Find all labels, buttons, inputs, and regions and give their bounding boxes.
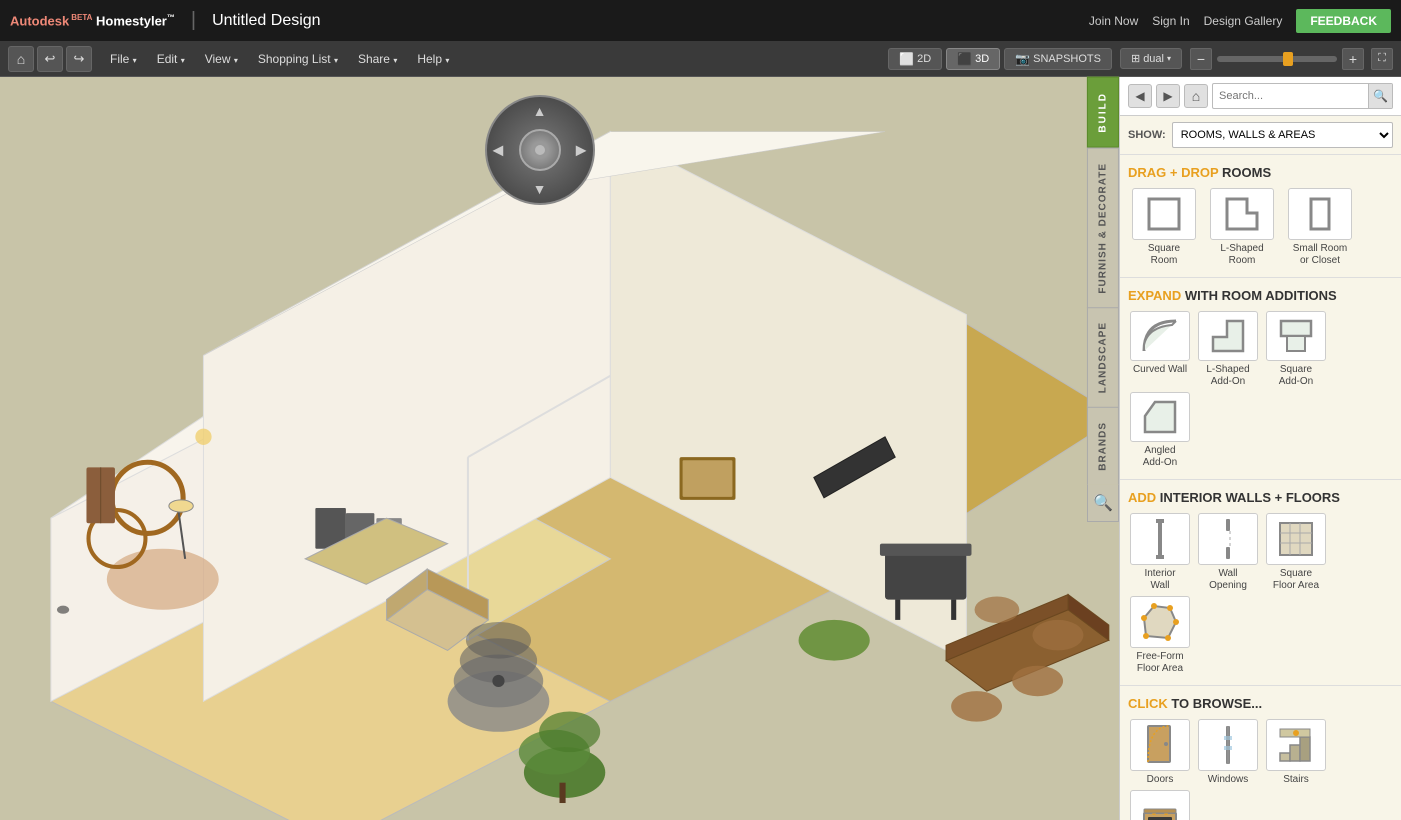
freeform-floor-item[interactable]: Free-FormFloor Area — [1128, 596, 1192, 675]
view-3d-button[interactable]: ⬛ 3D — [946, 48, 1000, 70]
top-bar: AutodeskBETA Homestyler™ | Untitled Desi… — [0, 0, 1401, 41]
wall-opening-item[interactable]: WallOpening — [1196, 513, 1260, 592]
dual-button[interactable]: ⊞ dual ▾ — [1120, 48, 1182, 69]
top-right-links: Join Now Sign In Design Gallery FEEDBACK — [1089, 9, 1391, 33]
browse-grid: Doors Windows — [1128, 719, 1393, 820]
help-menu[interactable]: Help ▾ — [407, 48, 459, 70]
nav-center-button[interactable] — [519, 129, 561, 171]
section4-title: CLICK TO BROWSE... — [1128, 696, 1393, 711]
expand-additions-section: EXPAND WITH ROOM ADDITIONS Curved Wall — [1120, 278, 1401, 480]
snapshots-button[interactable]: 📷 SNAPSHOTS — [1004, 48, 1112, 70]
rooms-grid: SquareRoom L-ShapedRoom — [1128, 188, 1393, 267]
windows-item[interactable]: Windows — [1196, 719, 1260, 786]
section3-title: ADD INTERIOR WALLS + FLOORS — [1128, 490, 1393, 505]
square-addon-item[interactable]: SquareAdd-On — [1264, 311, 1328, 388]
panel-search-input[interactable] — [1213, 85, 1368, 107]
section1-title: DRAG + DROP ROOMS — [1128, 165, 1393, 180]
home-button[interactable]: ⌂ — [8, 46, 34, 72]
interior-wall-item[interactable]: InteriorWall — [1128, 513, 1192, 592]
l-shaped-addon-item[interactable]: L-ShapedAdd-On — [1196, 311, 1260, 388]
vertical-side-tabs: BUILD FURNISH & DECORATE LANDSCAPE BRAND… — [1087, 77, 1119, 522]
right-panel: ◀ ▶ ⌂ 🔍 SHOW: ROOMS, WALLS & AREAS DRAG … — [1119, 77, 1401, 820]
undo-button[interactable]: ↩ — [37, 46, 63, 72]
curved-wall-item[interactable]: Curved Wall — [1128, 311, 1192, 376]
search-tab[interactable]: 🔍 — [1087, 485, 1119, 522]
interior-grid: InteriorWall WallOpening — [1128, 513, 1393, 675]
main-content: ▲ ▼ ◀ ▶ BUILD FURNISH & DECORATE LANDSCA… — [0, 77, 1401, 820]
panel-back-button[interactable]: ◀ — [1128, 84, 1152, 108]
build-tab[interactable]: BUILD — [1087, 77, 1119, 148]
join-now-link[interactable]: Join Now — [1089, 14, 1138, 28]
title-separator: | — [191, 9, 196, 32]
panel-forward-button[interactable]: ▶ — [1156, 84, 1180, 108]
nav-up-arrow[interactable]: ▲ — [533, 103, 547, 119]
redo-button[interactable]: ↪ — [66, 46, 92, 72]
click-browse-section: CLICK TO BROWSE... Doors — [1120, 686, 1401, 820]
zoom-slider-track[interactable] — [1217, 56, 1337, 62]
sign-in-link[interactable]: Sign In — [1152, 14, 1189, 28]
interior-walls-section: ADD INTERIOR WALLS + FLOORS InteriorWall — [1120, 480, 1401, 686]
stairs-item[interactable]: Stairs — [1264, 719, 1328, 786]
logo-text: AutodeskBETA Homestyler™ — [10, 13, 175, 28]
panel-home-button[interactable]: ⌂ — [1184, 84, 1208, 108]
square-floor-item[interactable]: SquareFloor Area — [1264, 513, 1328, 592]
canvas-area[interactable]: ▲ ▼ ◀ ▶ — [0, 77, 1119, 820]
shopping-list-menu[interactable]: Shopping List ▾ — [248, 48, 348, 70]
fireplaces-item[interactable]: Fireplaces — [1128, 790, 1192, 820]
additions-grid: Curved Wall L-ShapedAdd-On — [1128, 311, 1393, 469]
l-shaped-room-item[interactable]: L-ShapedRoom — [1206, 188, 1278, 267]
zoom-out-button[interactable]: − — [1190, 48, 1212, 70]
furnish-decorate-tab[interactable]: FURNISH & DECORATE — [1087, 148, 1119, 308]
view-2d-button[interactable]: ⬜ 2D — [888, 48, 942, 70]
square-room-item[interactable]: SquareRoom — [1128, 188, 1200, 267]
section2-title: EXPAND WITH ROOM ADDITIONS — [1128, 288, 1393, 303]
share-menu[interactable]: Share ▾ — [348, 48, 407, 70]
panel-navigation: ◀ ▶ ⌂ 🔍 — [1120, 77, 1401, 116]
show-label: SHOW: — [1128, 129, 1166, 141]
angled-addon-item[interactable]: AngledAdd-On — [1128, 392, 1192, 469]
small-room-item[interactable]: Small Roomor Closet — [1284, 188, 1356, 267]
nav-ring: ▲ ▼ ◀ ▶ — [485, 95, 595, 205]
nav-left-arrow[interactable]: ◀ — [493, 142, 504, 159]
view-menu[interactable]: View ▾ — [195, 48, 248, 70]
beta-label: BETA — [71, 13, 92, 22]
nav-control: ▲ ▼ ◀ ▶ — [485, 95, 595, 205]
zoom-in-button[interactable]: + — [1342, 48, 1364, 70]
drag-drop-rooms-section: DRAG + DROP ROOMS SquareRoom — [1120, 155, 1401, 278]
design-gallery-link[interactable]: Design Gallery — [1204, 14, 1283, 28]
toolbar-menus: File ▾ Edit ▾ View ▾ Shopping List ▾ Sha… — [100, 48, 459, 70]
zoom-controls: − + ⛶ — [1190, 48, 1393, 70]
nav-right-arrow[interactable]: ▶ — [576, 142, 587, 159]
panel-search-button[interactable]: 🔍 — [1368, 84, 1392, 108]
landscape-tab[interactable]: LANDSCAPE — [1087, 307, 1119, 407]
logo-area: AutodeskBETA Homestyler™ | Untitled Desi… — [10, 9, 321, 32]
toolbar: ⌂ ↩ ↪ File ▾ Edit ▾ View ▾ Shopping List… — [0, 41, 1401, 77]
zoom-slider-thumb[interactable] — [1283, 52, 1293, 66]
brands-tab[interactable]: BRANDS — [1087, 407, 1119, 485]
design-title: Untitled Design — [212, 12, 321, 30]
doors-item[interactable]: Doors — [1128, 719, 1192, 786]
nav-down-arrow[interactable]: ▼ — [533, 181, 547, 197]
show-row: SHOW: ROOMS, WALLS & AREAS — [1120, 116, 1401, 155]
edit-menu[interactable]: Edit ▾ — [147, 48, 195, 70]
fullscreen-button[interactable]: ⛶ — [1371, 48, 1393, 70]
show-select[interactable]: ROOMS, WALLS & AREAS — [1172, 122, 1393, 148]
feedback-button[interactable]: FEEDBACK — [1296, 9, 1391, 33]
file-menu[interactable]: File ▾ — [100, 48, 147, 70]
